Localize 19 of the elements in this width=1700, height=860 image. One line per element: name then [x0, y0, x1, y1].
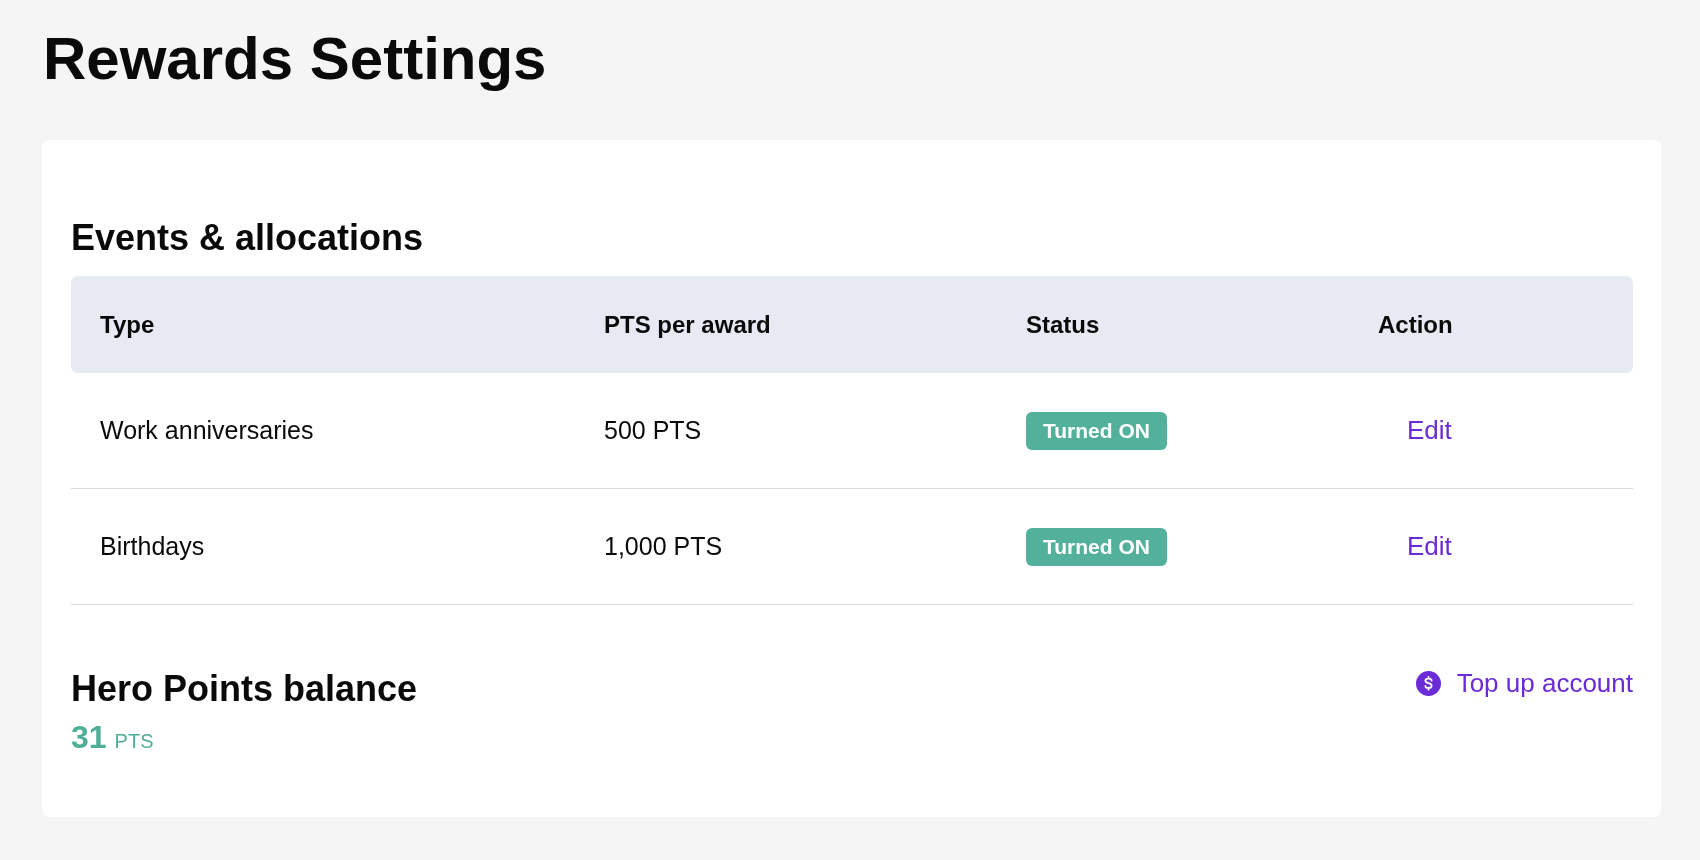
- edit-link[interactable]: Edit: [1407, 415, 1452, 446]
- column-header: Type: [100, 310, 155, 338]
- points-cell: 500 PTS: [604, 416, 702, 445]
- type-cell: Birthdays: [100, 532, 205, 561]
- column-header: Action: [1378, 310, 1453, 338]
- column-header: Status: [1026, 310, 1100, 338]
- top-up-link[interactable]: Top up account: [1415, 668, 1633, 699]
- points-cell: 1,000 PTS: [604, 532, 723, 561]
- page-title: Rewards Settings: [43, 24, 547, 93]
- dollar-coin-icon: [1415, 671, 1441, 696]
- balance-amount: 31: [71, 718, 107, 756]
- balance-heading: Hero Points balance: [71, 667, 418, 710]
- status-badge: Turned ON: [1026, 527, 1167, 566]
- column-header: PTS per award: [604, 310, 771, 338]
- section-heading: Events & allocations: [71, 216, 424, 259]
- edit-link[interactable]: Edit: [1407, 531, 1452, 562]
- status-badge: Turned ON: [1026, 411, 1167, 450]
- balance-unit: PTS: [114, 730, 154, 753]
- type-cell: Work anniversaries: [100, 416, 314, 445]
